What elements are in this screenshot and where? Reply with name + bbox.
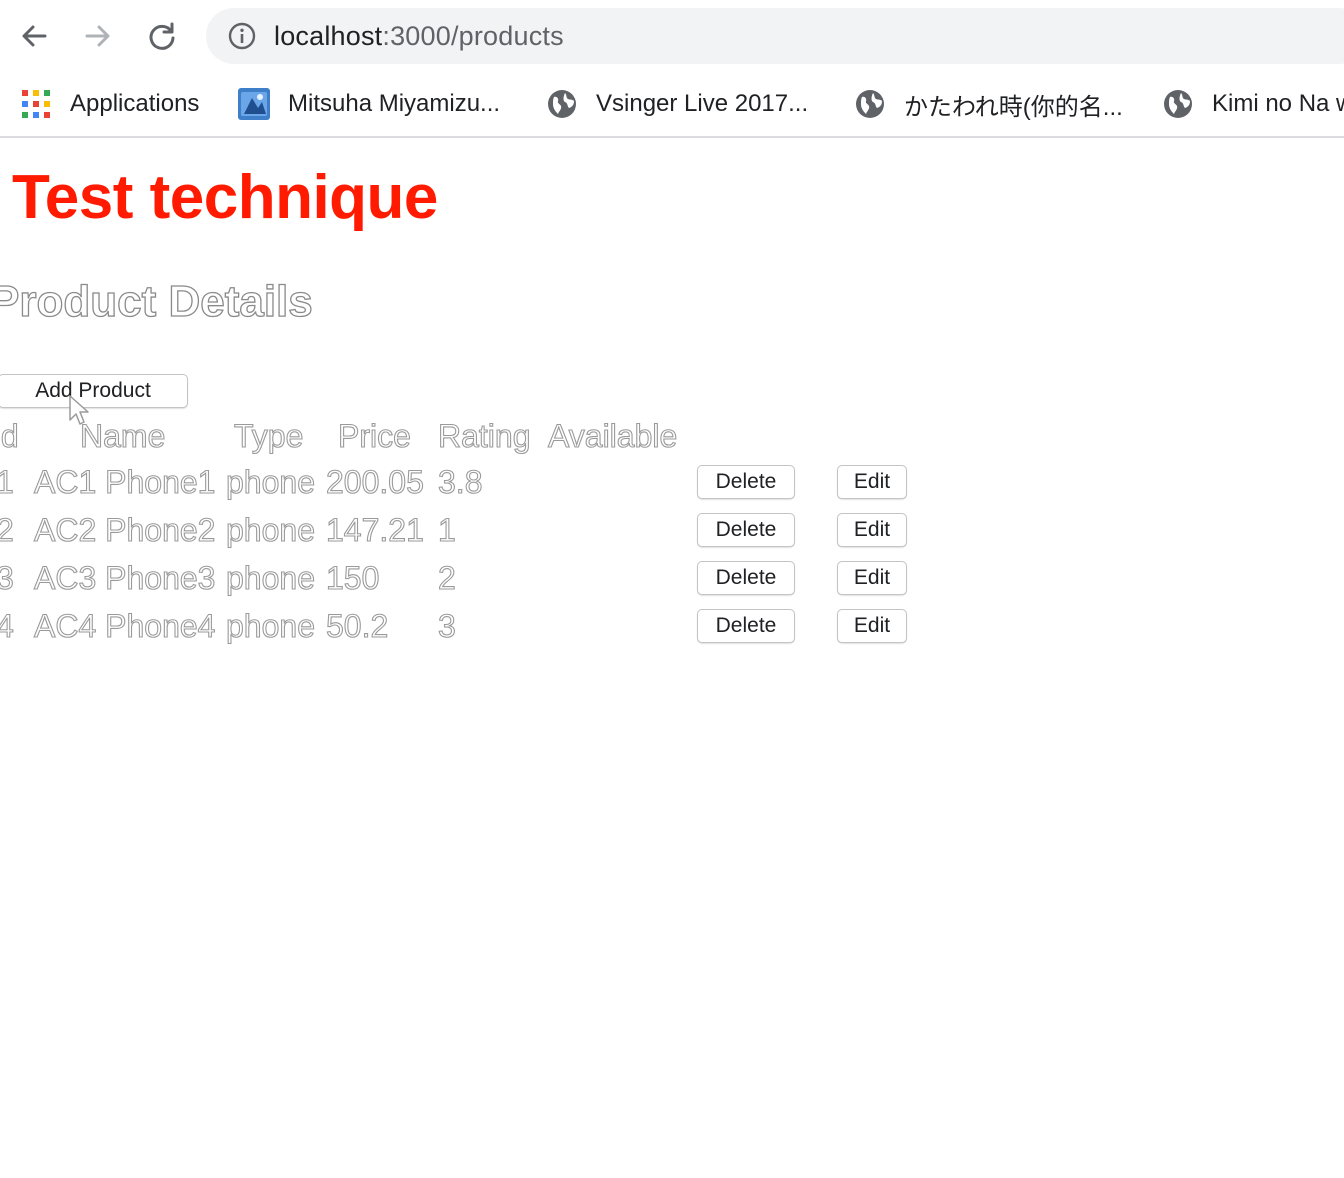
header-rating: Rating <box>437 417 531 454</box>
header-name: Name <box>79 417 166 454</box>
cell-type: phone <box>225 559 315 596</box>
bookmarks-bar: Applications Mitsuha Miyamizu... Vsinger… <box>0 72 1344 138</box>
bookmark-label: Applications <box>70 90 200 117</box>
address-bar[interactable]: localhost:3000/products <box>206 8 1344 64</box>
arrow-left-icon <box>22 25 47 47</box>
reload-button[interactable] <box>144 18 180 54</box>
url-host: localhost <box>274 20 383 51</box>
globe-icon <box>546 88 578 120</box>
delete-button[interactable]: Delete <box>697 609 795 643</box>
page-title: Test technique <box>12 163 438 232</box>
bookmark-katawaredoki[interactable]: かたわれ時(你的名... <box>854 82 1123 126</box>
apps-grid-icon <box>20 88 52 120</box>
cell-rating: 1 <box>437 511 456 548</box>
cell-id: 3 <box>0 559 14 596</box>
bookmark-label: かたわれ時(你的名... <box>904 93 1123 121</box>
mouse-pointer-icon <box>69 395 89 425</box>
bookmark-applications[interactable]: Applications <box>20 82 199 126</box>
delete-button[interactable]: Delete <box>697 513 795 547</box>
section-title: Product Details <box>0 276 313 326</box>
back-button[interactable] <box>16 18 52 54</box>
cell-name: AC1 Phone1 <box>33 463 216 500</box>
edit-button[interactable]: Edit <box>837 561 907 595</box>
image-thumbnail-icon <box>238 88 270 120</box>
bookmark-mitsuha[interactable]: Mitsuha Miyamizu... <box>238 82 500 126</box>
cell-price: 200.05 <box>325 463 424 500</box>
browser-toolbar: localhost:3000/products <box>0 0 1344 72</box>
cell-rating: 3 <box>437 607 456 644</box>
cell-type: phone <box>225 463 315 500</box>
cell-rating: 3.8 <box>437 463 483 500</box>
url-path: :3000/products <box>382 20 564 51</box>
bookmark-label: Mitsuha Miyamizu... <box>288 90 501 117</box>
bookmark-kimi-no-na-wa[interactable]: Kimi no Na w <box>1162 82 1344 126</box>
cell-rating: 2 <box>437 559 456 596</box>
header-id: Id <box>0 417 19 454</box>
cell-name: AC3 Phone3 <box>33 559 216 596</box>
edit-button[interactable]: Edit <box>837 513 907 547</box>
cell-id: 2 <box>0 511 14 548</box>
cell-price: 50.2 <box>325 607 389 644</box>
info-icon[interactable] <box>228 22 256 50</box>
header-price: Price <box>337 417 411 454</box>
cell-price: 150 <box>325 559 380 596</box>
arrow-right-icon <box>85 25 110 47</box>
delete-button[interactable]: Delete <box>697 561 795 595</box>
edit-button[interactable]: Edit <box>837 609 907 643</box>
globe-icon <box>854 88 886 120</box>
cell-type: phone <box>225 511 315 548</box>
reload-icon <box>149 22 175 50</box>
cell-id: 1 <box>0 463 14 500</box>
cell-name: AC4 Phone4 <box>33 607 216 644</box>
globe-icon <box>1162 88 1194 120</box>
forward-button[interactable] <box>80 18 116 54</box>
cell-id: 4 <box>0 607 14 644</box>
cell-name: AC2 Phone2 <box>33 511 216 548</box>
cell-price: 147.21 <box>325 511 424 548</box>
cell-type: phone <box>225 607 315 644</box>
bookmark-label: Kimi no Na w <box>1212 90 1344 117</box>
add-product-button[interactable]: Add Product <box>0 374 188 408</box>
header-type: Type <box>233 417 304 454</box>
bookmark-vsinger[interactable]: Vsinger Live 2017... <box>546 82 808 126</box>
page-content: Test technique Product Details Add Produ… <box>0 138 1344 1178</box>
bookmark-label: Vsinger Live 2017... <box>596 90 809 117</box>
delete-button[interactable]: Delete <box>697 465 795 499</box>
edit-button[interactable]: Edit <box>837 465 907 499</box>
header-available: Available <box>547 417 678 454</box>
